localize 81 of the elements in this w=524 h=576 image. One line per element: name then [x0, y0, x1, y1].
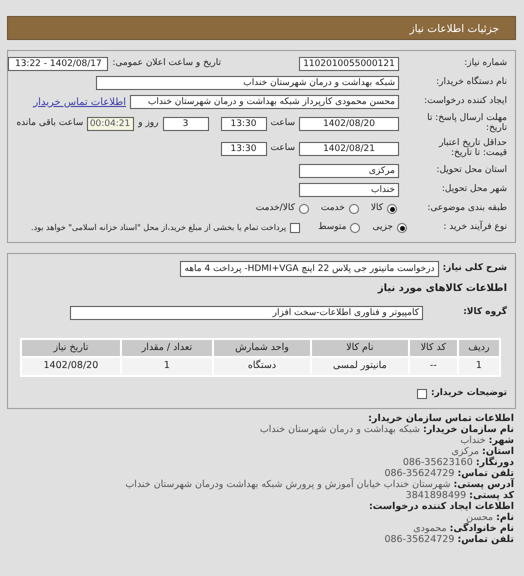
info-label: استان:	[482, 446, 514, 456]
section-heading: اطلاعات کالاهای مورد نیاز	[376, 282, 507, 296]
radio-label: کالا/خدمت	[256, 202, 295, 216]
table-cell: 1	[458, 358, 499, 374]
column-header: تعداد / مقدار	[122, 340, 212, 356]
input-field: 1102010055000121	[299, 57, 399, 71]
radio-button[interactable]	[348, 204, 359, 214]
info-value: مرکزی	[451, 446, 480, 456]
radio-button[interactable]	[387, 204, 397, 214]
radio-label: کالا	[370, 202, 383, 216]
radio-label: خدمت	[320, 202, 345, 216]
radio-button[interactable]	[397, 223, 407, 233]
field-label: حداقل تاریخ اعتبار قیمت: تا تاریخ:	[438, 139, 507, 159]
input-field: کامپیوتر و فناوری اطلاعات-سخت افزار	[70, 306, 423, 320]
info-label: تلفن تماس:	[457, 468, 514, 478]
buyer-contact-link[interactable]: اطلاعات تماس خریدار	[33, 94, 126, 110]
input-field: شبکه بهداشت و درمان شهرستان خنداب	[96, 76, 399, 90]
input-field: 3	[162, 117, 208, 131]
input-field: 13:30	[220, 142, 266, 156]
input-field: مرکزی	[299, 164, 399, 178]
radio-button[interactable]	[350, 223, 360, 233]
info-value: محمودی	[413, 522, 447, 534]
info-value: 35624729-086	[384, 468, 454, 478]
info-value: 35624729-086	[384, 534, 454, 544]
table-cell: 1	[122, 358, 212, 374]
info-label: نام:	[496, 512, 514, 522]
field-label: ساعت باقی مانده	[16, 117, 84, 130]
field-label: استان محل تحویل:	[435, 166, 507, 176]
radio-label: متوسط	[318, 221, 346, 234]
field-label: شماره نیاز:	[463, 59, 507, 69]
input-field: 1402/08/20	[299, 117, 399, 131]
input-field: خنداب	[299, 183, 399, 197]
field-label: روز و	[138, 117, 158, 130]
field-label: شرح کلی نیاز:	[442, 262, 507, 276]
table-cell: مانیتور لمسی	[312, 358, 408, 374]
info-value: خنداب	[460, 434, 486, 446]
field-label: گروه کالا:	[462, 306, 507, 320]
info-value: شهرستان خنداب خیابان آموزش و پرورش شبکه بهداشت ودرمان شهرستان خنداب	[125, 478, 450, 490]
column-header: نام کالا	[312, 340, 408, 356]
info-label: تلفن تماس:	[457, 534, 514, 544]
column-header: ردیف	[458, 340, 499, 356]
checkbox[interactable]	[417, 388, 428, 398]
radio-label: جزیی	[372, 221, 393, 234]
input-field: محسن محمودی کارپرداز شبکه بهداشت و درمان شهرستان خنداب	[130, 95, 399, 109]
column-header: واحد شمارش	[214, 340, 310, 356]
field-label: ساعت	[270, 142, 295, 156]
info-label: نام خانوادگی:	[450, 522, 514, 534]
remaining-time-field: 00:04:21	[87, 117, 134, 131]
field-label: نوع فرآیند خرید :	[442, 223, 507, 233]
checkbox-label: پرداخت تمام یا بخشی از مبلغ خرید،از محل "اسناد خزانه اسلامی" خواهد بود.	[31, 222, 286, 234]
column-header: تاریخ نیاز	[22, 340, 120, 356]
info-value: محسن	[466, 512, 494, 522]
radio-button[interactable]	[298, 204, 309, 214]
field-label: طبقه بندی موضوعی:	[426, 204, 507, 214]
column-header: کد کالا	[410, 340, 457, 356]
input-field: 1402/08/17 - 13:22	[8, 57, 108, 71]
info-value: 3841898499	[406, 490, 466, 500]
section-heading: اطلاعات ایجاد کننده درخواست:	[368, 500, 514, 512]
info-label: شهر:	[488, 434, 514, 446]
field-label: تاریخ و ساعت اعلان عمومی:	[112, 57, 221, 70]
table-cell: --	[410, 358, 457, 374]
info-label: کد پستی:	[469, 490, 514, 500]
input-field: درخواست مانیتور جی پلاس 22 اینچ HDMI+VGA- پرداخت 4 ماهه	[180, 261, 439, 277]
input-field: 1402/08/21	[299, 142, 399, 156]
info-label: دورنگار:	[476, 456, 514, 468]
info-value: شبکه بهداشت و درمان شهرستان خنداب	[260, 424, 420, 434]
info-label: نام سازمان خریدار:	[423, 424, 514, 434]
table-cell: دستگاه	[214, 358, 310, 374]
checkbox[interactable]	[290, 223, 300, 233]
panel-header: جزئیات اطلاعات نیاز	[7, 16, 516, 40]
section-heading: اطلاعات تماس سازمان خریدار:	[368, 412, 514, 424]
input-field: 13:30	[220, 117, 266, 131]
field-label: توضیحات خریدار:	[431, 386, 507, 400]
info-label: آدرس پستی:	[453, 478, 514, 490]
field-label: شهر محل تحویل:	[440, 185, 507, 195]
field-label: ایجاد کننده درخواست:	[423, 97, 507, 107]
field-label: مهلت ارسال پاسخ: تا تاریخ:	[426, 114, 507, 134]
table-cell: 1402/08/20	[22, 358, 120, 374]
field-label: نام دستگاه خریدار:	[435, 78, 507, 88]
info-value: 35623160-086	[402, 456, 473, 468]
field-label: ساعت	[270, 117, 295, 130]
